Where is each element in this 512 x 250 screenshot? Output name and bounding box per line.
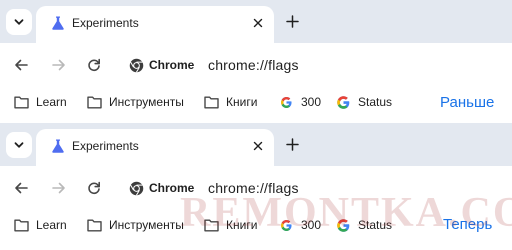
tab-strip: Experiments bbox=[0, 123, 512, 166]
bookmark-label: Инструменты bbox=[109, 95, 184, 109]
reload-button[interactable] bbox=[85, 179, 103, 197]
chrome-logo-icon bbox=[129, 181, 144, 196]
bookmark-300[interactable]: 300 bbox=[278, 94, 321, 110]
back-button[interactable] bbox=[12, 56, 30, 74]
tab-experiments[interactable]: Experiments bbox=[36, 6, 274, 43]
reload-button[interactable] bbox=[85, 56, 103, 74]
reload-icon bbox=[88, 58, 100, 72]
tab-experiments[interactable]: Experiments bbox=[36, 129, 274, 166]
plus-icon bbox=[285, 14, 299, 28]
bookmark-status[interactable]: Status bbox=[335, 94, 392, 110]
chevron-down-icon bbox=[14, 19, 24, 25]
chevron-down-icon bbox=[14, 142, 24, 148]
tab-close-button[interactable] bbox=[250, 15, 266, 31]
arrow-left-icon bbox=[15, 59, 28, 71]
address-bar-url[interactable]: chrome://flags bbox=[208, 57, 299, 73]
forward-button[interactable] bbox=[50, 56, 68, 74]
flask-icon bbox=[52, 16, 64, 30]
folder-icon bbox=[13, 217, 29, 233]
bookmark-label: Книги bbox=[226, 95, 258, 109]
toolbar: Chrome chrome://flags bbox=[0, 43, 512, 87]
bookmarks-bar: Learn Инструменты Книги 300 Status bbox=[0, 87, 512, 117]
browser-before: Experiments Chrome chrome://flags Learn … bbox=[0, 0, 512, 123]
bookmark-learn[interactable]: Learn bbox=[13, 217, 67, 233]
new-tab-button[interactable] bbox=[283, 12, 301, 30]
tab-close-button[interactable] bbox=[250, 138, 266, 154]
bookmark-label: Learn bbox=[36, 218, 67, 232]
new-tab-button[interactable] bbox=[283, 135, 301, 153]
tab-search-button[interactable] bbox=[6, 132, 32, 158]
folder-icon bbox=[203, 94, 219, 110]
bookmark-learn[interactable]: Learn bbox=[13, 94, 67, 110]
tab-search-button[interactable] bbox=[6, 9, 32, 35]
tab-strip: Experiments bbox=[0, 0, 512, 43]
arrow-right-icon bbox=[52, 59, 65, 71]
flask-icon bbox=[52, 139, 64, 153]
bookmark-label: Status bbox=[358, 95, 393, 109]
folder-icon bbox=[86, 217, 102, 233]
arrow-right-icon bbox=[52, 182, 65, 194]
forward-button[interactable] bbox=[50, 179, 68, 197]
bookmark-label: 300 bbox=[301, 95, 322, 109]
site-chip-label: Chrome bbox=[149, 58, 195, 72]
plus-icon bbox=[285, 137, 299, 151]
folder-icon bbox=[86, 94, 102, 110]
reload-icon bbox=[88, 181, 100, 195]
arrow-left-icon bbox=[15, 182, 28, 194]
bookmark-label: Инструменты bbox=[109, 218, 184, 232]
tab-title: Experiments bbox=[72, 16, 139, 30]
label-before: Раньше bbox=[440, 94, 495, 111]
bookmark-instruments[interactable]: Инструменты bbox=[86, 94, 184, 110]
watermark: REMONTKA.COM bbox=[180, 190, 512, 236]
google-g-icon bbox=[278, 94, 294, 110]
tab-title: Experiments bbox=[72, 139, 139, 153]
google-g-icon bbox=[335, 94, 351, 110]
site-info-chip[interactable]: Chrome bbox=[129, 56, 194, 74]
chrome-logo-icon bbox=[129, 58, 144, 73]
bookmark-books[interactable]: Книги bbox=[203, 94, 257, 110]
bookmark-instruments[interactable]: Инструменты bbox=[86, 217, 184, 233]
close-icon bbox=[253, 18, 263, 28]
folder-icon bbox=[13, 94, 29, 110]
bookmark-label: Learn bbox=[36, 95, 67, 109]
back-button[interactable] bbox=[12, 179, 30, 197]
close-icon bbox=[253, 141, 263, 151]
